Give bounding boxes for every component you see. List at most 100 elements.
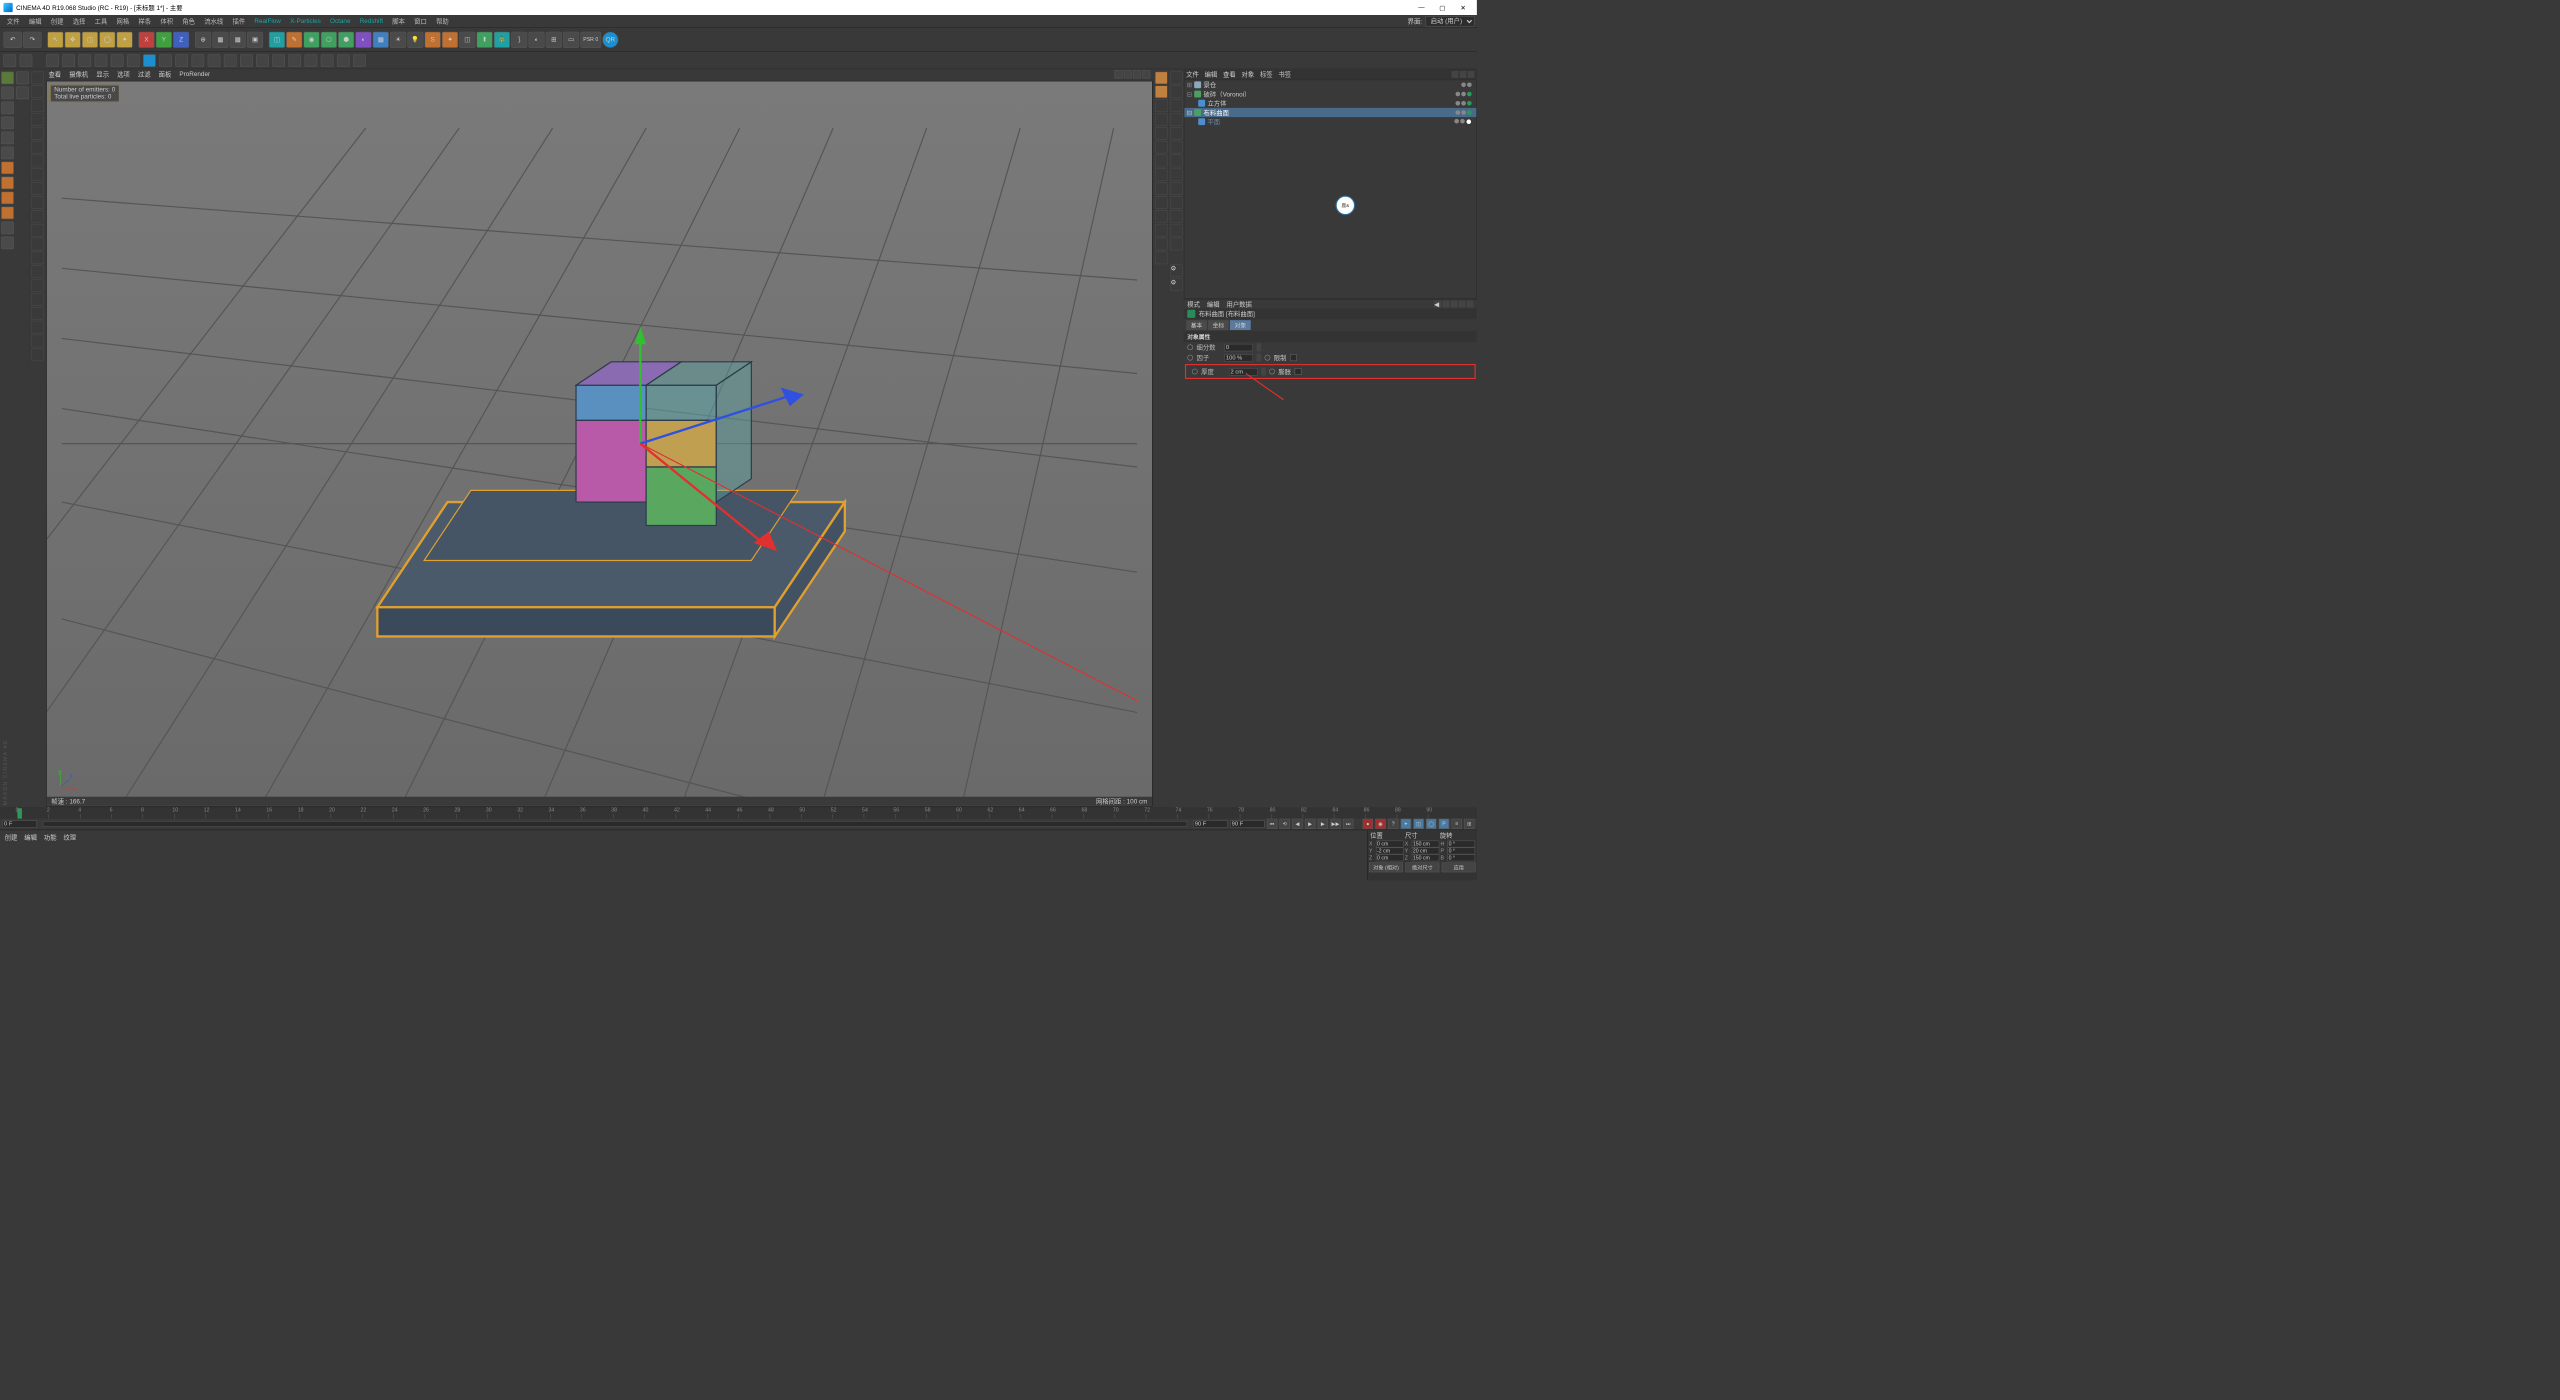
menu-volume[interactable]: 体积 (156, 15, 178, 27)
axis-mode-icon[interactable] (1, 162, 14, 175)
mode-btn[interactable] (240, 54, 253, 67)
maximize-button[interactable]: ▢ (1432, 2, 1453, 14)
menu-select[interactable]: 选择 (68, 15, 90, 27)
render-view-button[interactable]: ▦ (212, 31, 228, 47)
menu-window[interactable]: 窗口 (410, 15, 432, 27)
render-settings-button[interactable]: ▣ (247, 31, 263, 47)
palette-icon[interactable] (31, 224, 44, 237)
palette-icon[interactable] (1170, 72, 1183, 85)
view-menu-filter[interactable]: 过滤 (138, 70, 151, 79)
rot-b-input[interactable] (1447, 854, 1475, 861)
om-tab[interactable]: 编辑 (1205, 70, 1218, 79)
point-mode-icon[interactable] (1, 102, 14, 115)
palette-icon[interactable] (1155, 113, 1168, 126)
palette-icon[interactable] (31, 72, 44, 85)
mode-btn[interactable] (353, 54, 366, 67)
deformer-button[interactable]: ⬢ (338, 31, 354, 47)
palette-icon[interactable] (1155, 210, 1168, 223)
autokey-button[interactable]: ◉ (1375, 819, 1385, 829)
palette-icon[interactable] (31, 168, 44, 181)
palette-icon[interactable] (1155, 182, 1168, 195)
lock-icon[interactable] (1458, 301, 1465, 308)
mode-btn[interactable] (143, 54, 156, 67)
model-mode-icon[interactable] (1, 72, 14, 85)
poly-mode-icon[interactable] (1, 132, 14, 145)
last-tool[interactable]: ✦ (117, 31, 133, 47)
subtab-object[interactable]: 对象 (1230, 320, 1251, 330)
scale-tool[interactable]: ◫ (82, 31, 98, 47)
factor-input[interactable] (1224, 354, 1253, 361)
goto-start-button[interactable]: ⏮ (1267, 819, 1277, 829)
rotate-tool[interactable]: ◯ (99, 31, 115, 47)
next-key-button[interactable]: ▶▶ (1330, 819, 1340, 829)
palette-icon[interactable] (1170, 141, 1183, 154)
thickness-input[interactable] (1229, 368, 1258, 375)
om-tab[interactable]: 书签 (1278, 70, 1291, 79)
mode-btn[interactable] (78, 54, 91, 67)
world-axis-icon[interactable]: ⊕ (195, 31, 211, 47)
menu-realflow[interactable]: RealFlow (250, 16, 286, 25)
subtab-coord[interactable]: 坐标 (1208, 320, 1229, 330)
mode-btn[interactable] (288, 54, 301, 67)
palette-icon[interactable] (31, 85, 44, 98)
motion-button[interactable]: ◐ (528, 31, 544, 47)
om-tab[interactable]: 查看 (1223, 70, 1236, 79)
view-menu-prorender[interactable]: ProRender (179, 71, 210, 78)
key-opts-button[interactable]: ? (1388, 819, 1398, 829)
character-button[interactable]: ⛹ (494, 31, 510, 47)
close-button[interactable]: ✕ (1453, 2, 1474, 14)
key-scale-button[interactable]: ◫ (1413, 819, 1423, 829)
palette-icon[interactable] (1170, 168, 1183, 181)
anim-bullet-icon[interactable] (1187, 355, 1193, 361)
palette-icon[interactable] (1170, 85, 1183, 98)
new-icon[interactable] (1466, 301, 1473, 308)
spinner-icon[interactable] (1256, 354, 1261, 362)
edge-mode-icon[interactable] (1, 117, 14, 130)
xp2-button[interactable]: ✦ (442, 31, 458, 47)
prev-frame-button[interactable]: ◀ (1292, 819, 1302, 829)
mode-btn[interactable] (175, 54, 188, 67)
view-menu-camera[interactable]: 摄像机 (69, 70, 88, 79)
mode-btn[interactable] (3, 54, 16, 67)
array-button[interactable]: ⬡ (321, 31, 337, 47)
dynamics-button[interactable]: ⬆ (477, 31, 493, 47)
palette-icon[interactable] (31, 293, 44, 306)
palette-icon[interactable] (1155, 127, 1168, 140)
texture-mode-icon[interactable] (1, 87, 14, 100)
axis-y-toggle[interactable]: Y (156, 31, 172, 47)
light-button[interactable]: ☀ (390, 31, 406, 47)
menu-xparticles[interactable]: X-Particles (285, 16, 325, 25)
palette-icon[interactable] (31, 321, 44, 334)
gear-icon[interactable]: ⚙ (1170, 278, 1183, 291)
view-menu-panel[interactable]: 面板 (159, 70, 172, 79)
palette-icon[interactable] (1155, 252, 1168, 265)
undo-button[interactable]: ↶ (3, 31, 21, 47)
mode-btn[interactable] (208, 54, 221, 67)
palette-icon[interactable] (31, 155, 44, 168)
palette-icon[interactable] (1155, 85, 1168, 98)
mode-btn[interactable] (224, 54, 237, 67)
menu-help[interactable]: 帮助 (431, 15, 453, 27)
pos-x-input[interactable] (1376, 841, 1404, 848)
palette-icon[interactable] (1, 237, 14, 250)
menu-file[interactable]: 文件 (2, 15, 24, 27)
palette-icon[interactable] (1155, 141, 1168, 154)
palette-icon[interactable] (1155, 99, 1168, 112)
psr-button[interactable]: PSR 0 (580, 31, 601, 47)
back-icon[interactable]: ◀ (1434, 301, 1441, 308)
palette-icon[interactable] (31, 252, 44, 265)
mat-tab[interactable]: 纹理 (63, 832, 76, 841)
attr-tab[interactable]: 编辑 (1207, 299, 1220, 308)
material-manager[interactable]: 创建 编辑 功能 纹理 (0, 830, 1367, 880)
palette-icon[interactable] (1155, 168, 1168, 181)
menu-octane[interactable]: Octane (325, 16, 355, 25)
rot-p-input[interactable] (1447, 847, 1475, 854)
pos-z-input[interactable] (1376, 854, 1404, 861)
minimize-button[interactable]: — (1411, 2, 1432, 14)
palette-icon[interactable] (1170, 196, 1183, 209)
qr-button[interactable]: QR (602, 31, 618, 47)
key-pos-button[interactable]: ✦ (1401, 819, 1411, 829)
mode-btn[interactable] (159, 54, 172, 67)
light2-button[interactable]: 💡 (407, 31, 423, 47)
menu-pipeline[interactable]: 流水线 (200, 15, 228, 27)
